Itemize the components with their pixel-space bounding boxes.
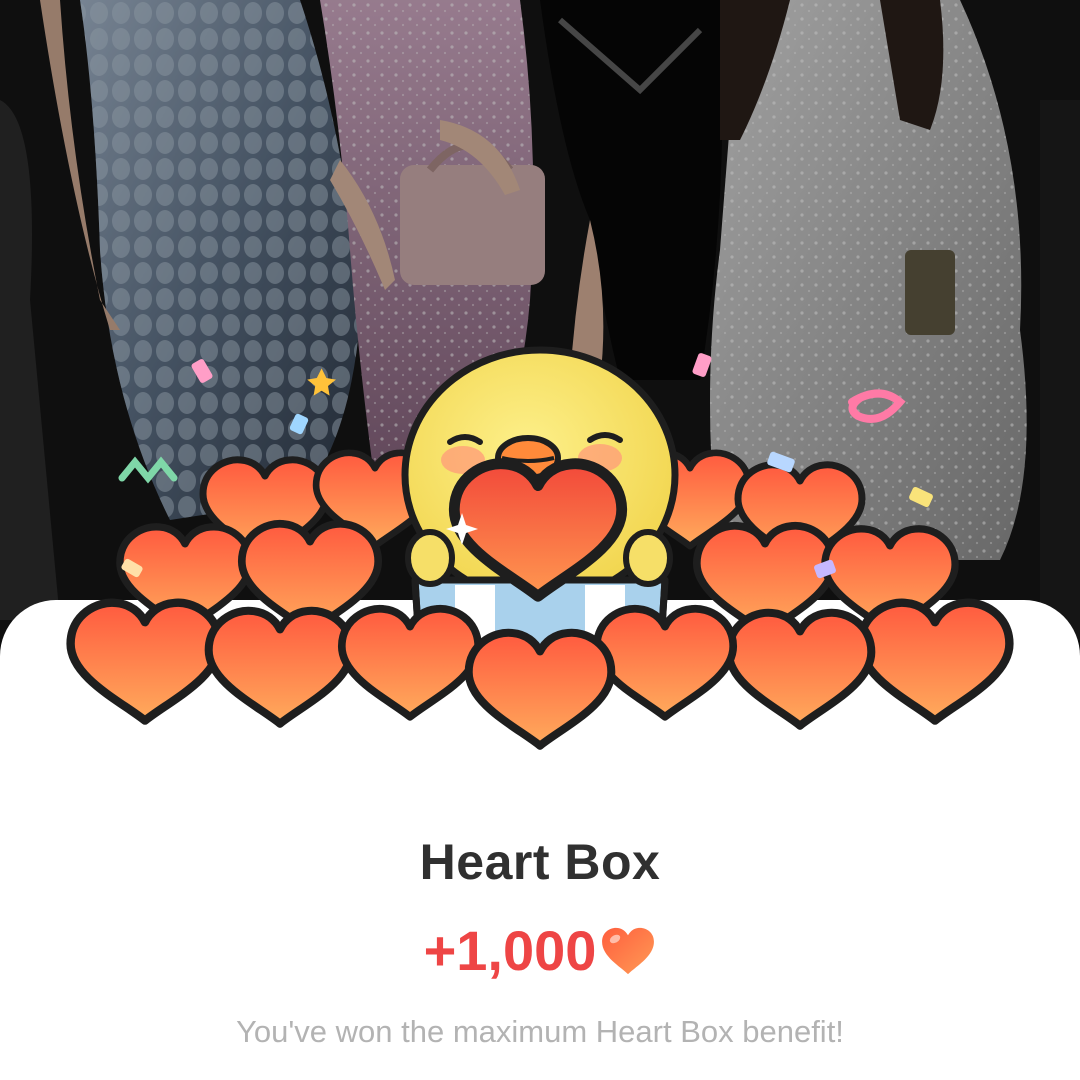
heart-icon <box>602 927 655 974</box>
benefit-message: You've won the maximum Heart Box benefit… <box>236 1014 844 1049</box>
heart-box-title: Heart Box <box>419 834 661 890</box>
reward-amount-row: +1,000 <box>0 918 1080 983</box>
reward-amount: +1,000 <box>423 919 597 982</box>
chick-holding-heart-in-box-icon <box>0 330 1080 790</box>
